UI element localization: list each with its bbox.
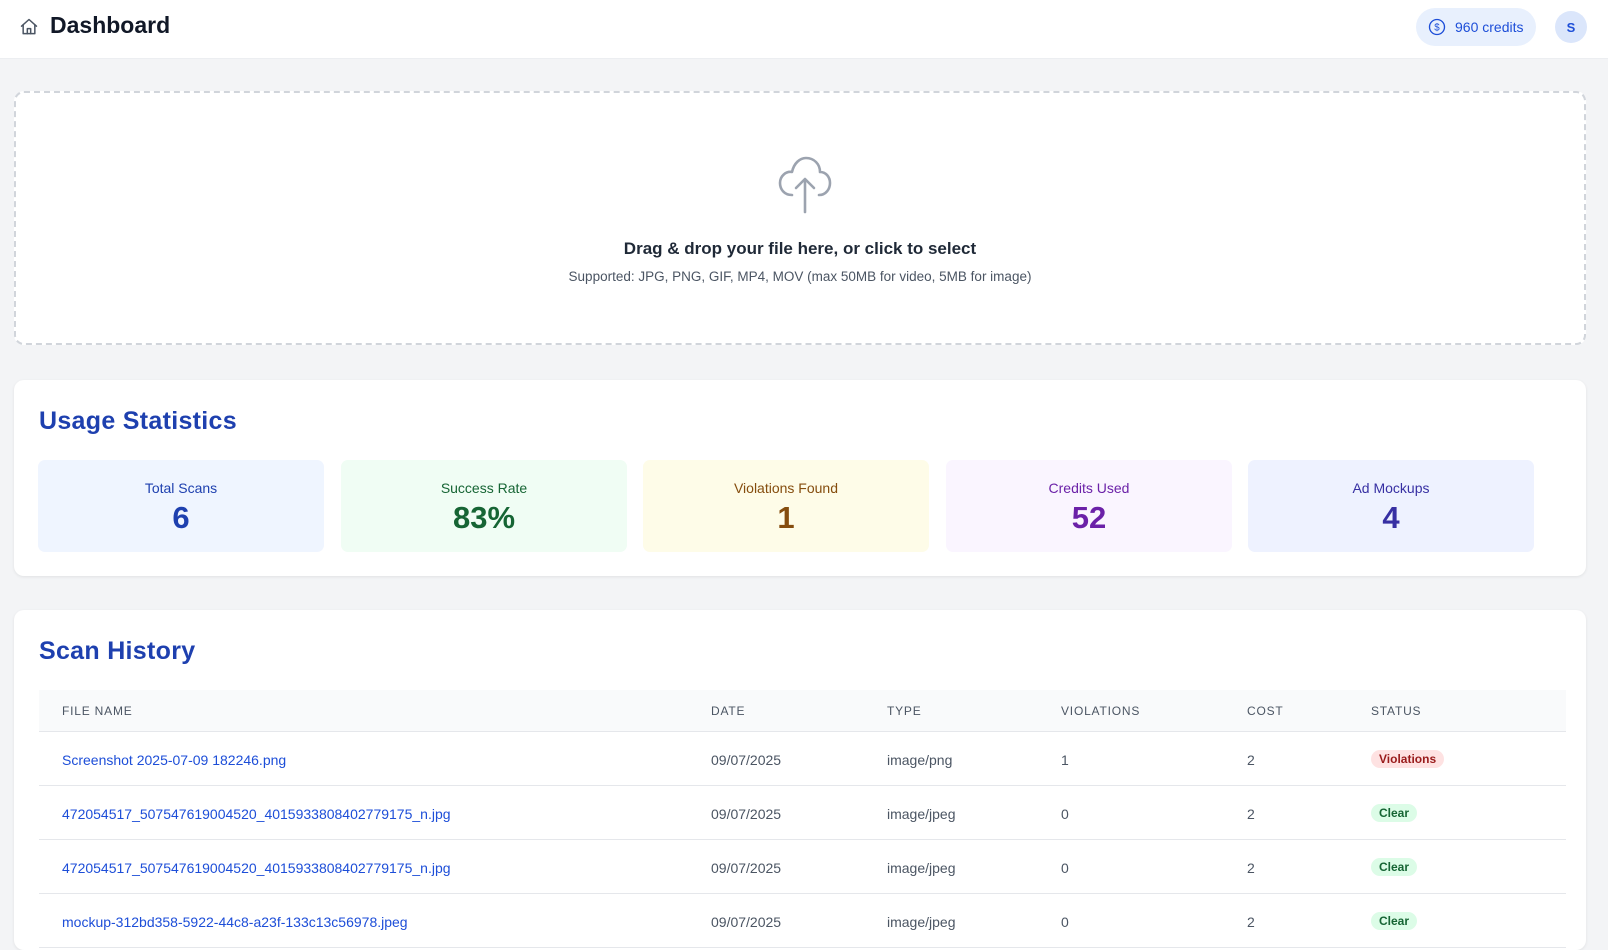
dollar-circle-icon: $ [1428, 18, 1446, 36]
stat-label: Credits Used [1048, 480, 1130, 496]
scan-date: 09/07/2025 [711, 806, 782, 822]
file-type: image/jpeg [887, 860, 956, 876]
file-name-link[interactable]: mockup-312bd358-5922-44c8-a23f-133c13c56… [62, 914, 408, 930]
table-row[interactable]: mockup-312bd358-5922-44c8-a23f-133c13c56… [39, 894, 1566, 948]
violation-count: 1 [1061, 752, 1069, 768]
status-badge: Clear [1371, 912, 1418, 930]
violation-count: 0 [1061, 806, 1069, 822]
stat-violations-found: Violations Found 1 [643, 460, 929, 552]
scan-date: 09/07/2025 [711, 914, 782, 930]
stat-value: 4 [1382, 500, 1400, 535]
file-type: image/jpeg [887, 914, 956, 930]
credits-badge[interactable]: $ 960 credits [1416, 8, 1536, 46]
scan-cost: 2 [1247, 752, 1255, 768]
column-header-file-name[interactable]: FILE NAME [62, 704, 133, 718]
page-title: Dashboard [50, 12, 171, 38]
dropzone-title: Drag & drop your file here, or click to … [623, 239, 977, 258]
file-dropzone[interactable]: Drag & drop your file here, or click to … [14, 91, 1586, 345]
status-badge: Violations [1371, 750, 1445, 768]
stat-success-rate: Success Rate 83% [341, 460, 627, 552]
violation-count: 0 [1061, 914, 1069, 930]
dropzone-subtitle: Supported: JPG, PNG, GIF, MP4, MOV (max … [568, 269, 1032, 284]
column-header-violations[interactable]: VIOLATIONS [1061, 704, 1140, 718]
column-header-status[interactable]: STATUS [1371, 704, 1421, 718]
table-row[interactable]: 472054517_507547619004520_40159338084027… [39, 840, 1566, 894]
scan-cost: 2 [1247, 914, 1255, 930]
violation-count: 0 [1061, 860, 1069, 876]
top-header: Dashboard $ 960 credits S [0, 0, 1608, 59]
scan-history-title: Scan History [39, 637, 196, 665]
svg-text:$: $ [1434, 22, 1440, 33]
scan-date: 09/07/2025 [711, 860, 782, 876]
scan-history-card: Scan History FILE NAME DATE TYPE VIOLATI… [14, 610, 1586, 950]
scan-history-table: FILE NAME DATE TYPE VIOLATIONS COST STAT… [39, 690, 1566, 948]
stat-total-scans: Total Scans 6 [38, 460, 324, 552]
column-header-type[interactable]: TYPE [887, 704, 922, 718]
status-badge: Clear [1371, 804, 1418, 822]
stat-ad-mockups: Ad Mockups 4 [1248, 460, 1534, 552]
column-header-date[interactable]: DATE [711, 704, 745, 718]
table-row[interactable]: Screenshot 2025-07-09 182246.png 09/07/2… [39, 732, 1566, 786]
scan-date: 09/07/2025 [711, 752, 782, 768]
stat-value: 1 [777, 500, 795, 535]
file-name-link[interactable]: 472054517_507547619004520_40159338084027… [62, 860, 451, 876]
home-icon[interactable] [19, 17, 39, 37]
scan-cost: 2 [1247, 860, 1255, 876]
stat-label: Success Rate [440, 480, 528, 496]
stat-label: Total Scans [144, 480, 218, 496]
file-type: image/jpeg [887, 806, 956, 822]
table-header: FILE NAME DATE TYPE VIOLATIONS COST STAT… [39, 690, 1566, 732]
stat-label: Ad Mockups [1352, 480, 1430, 496]
scan-cost: 2 [1247, 806, 1255, 822]
file-name-link[interactable]: 472054517_507547619004520_40159338084027… [62, 806, 451, 822]
stat-label: Violations Found [733, 480, 839, 496]
table-row[interactable]: 472054517_507547619004520_40159338084027… [39, 786, 1566, 840]
credits-count: 960 credits [1455, 19, 1524, 35]
file-type: image/png [887, 752, 953, 768]
file-name-link[interactable]: Screenshot 2025-07-09 182246.png [62, 752, 286, 768]
usage-statistics-card: Usage Statistics Total Scans 6 Success R… [14, 380, 1586, 576]
stat-value: 83% [452, 500, 516, 535]
status-badge: Clear [1371, 858, 1418, 876]
column-header-cost[interactable]: COST [1247, 704, 1284, 718]
stat-value: 52 [1071, 500, 1107, 535]
cloud-upload-icon [778, 156, 832, 214]
user-avatar[interactable]: S [1555, 11, 1587, 43]
stat-credits-used: Credits Used 52 [946, 460, 1232, 552]
usage-statistics-title: Usage Statistics [39, 407, 237, 435]
stat-value: 6 [172, 500, 190, 535]
